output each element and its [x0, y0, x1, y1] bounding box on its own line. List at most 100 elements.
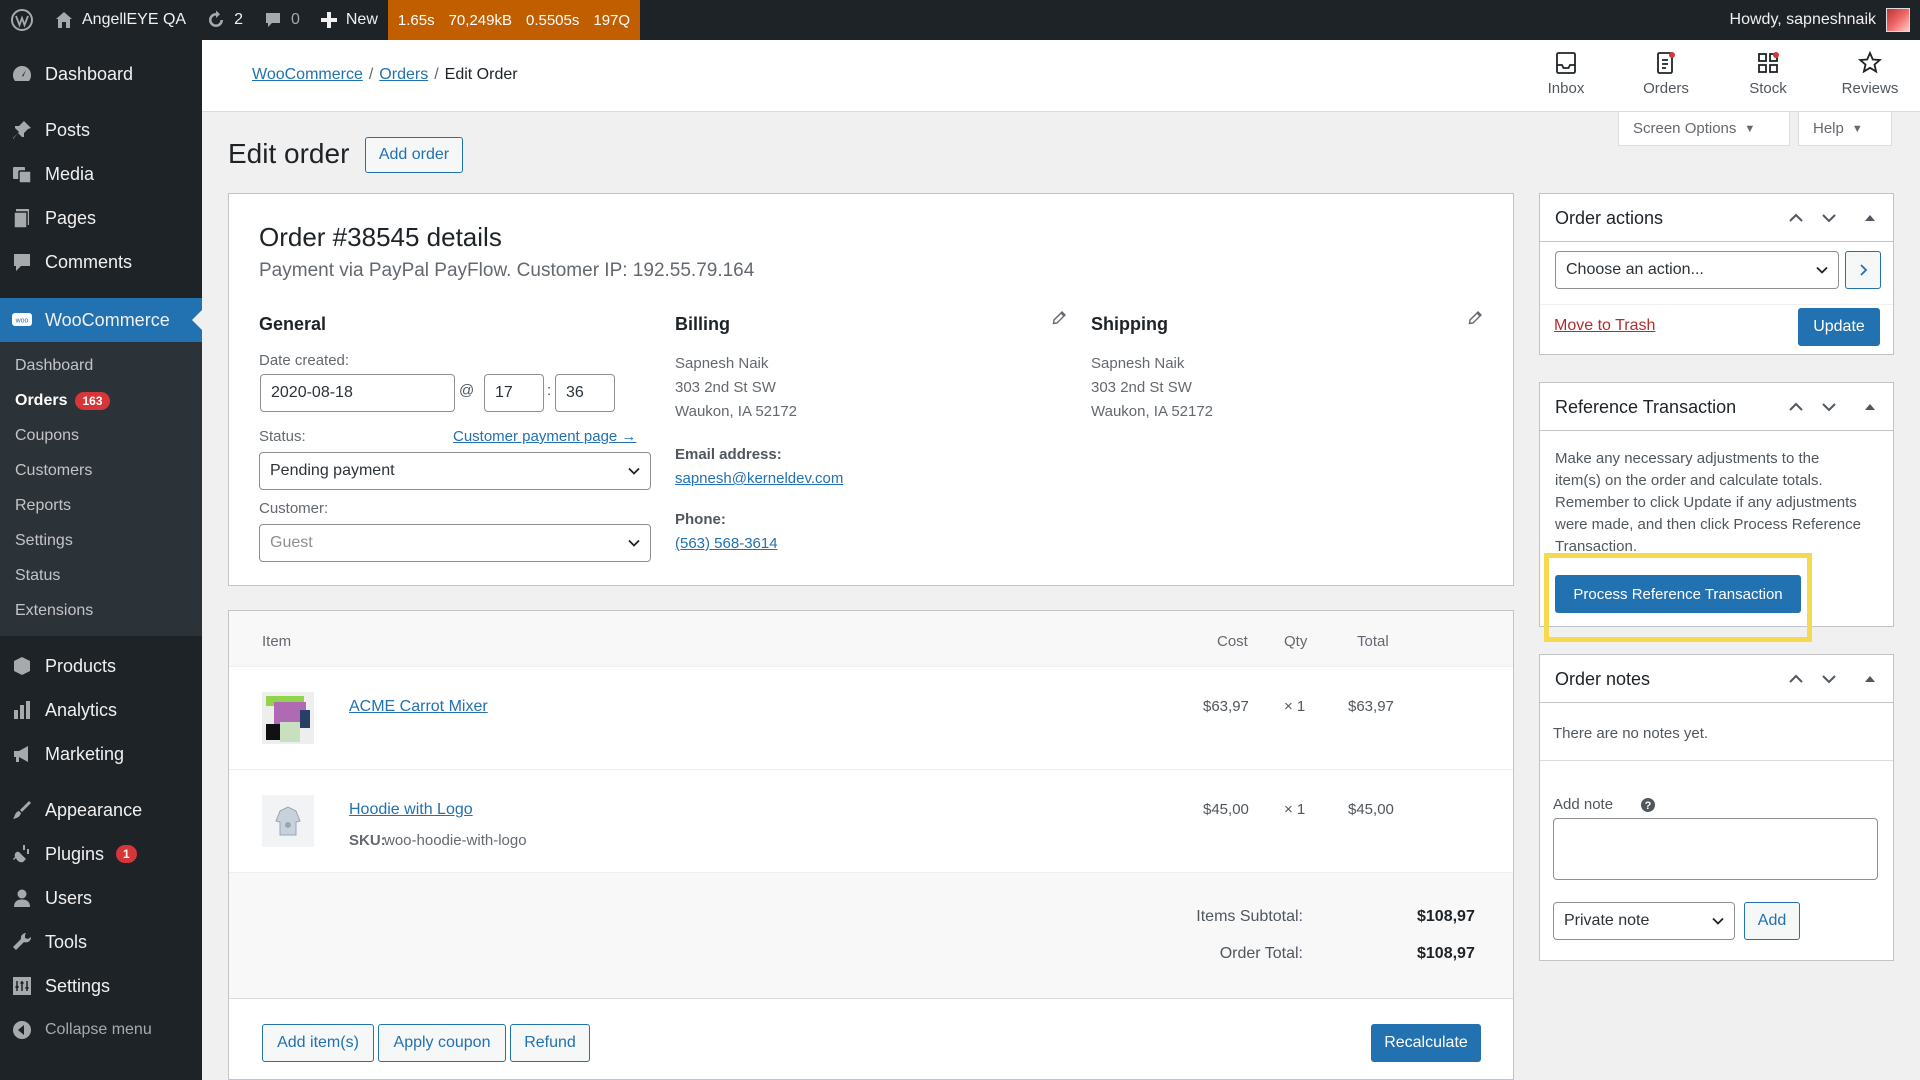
submenu-customers[interactable]: Customers — [0, 453, 202, 488]
submenu-orders[interactable]: Orders 163 — [0, 383, 202, 418]
menu-dashboard[interactable]: Dashboard — [0, 52, 202, 96]
status-label: Status: — [259, 428, 306, 445]
menu-tools[interactable]: Tools — [0, 920, 202, 964]
new-content-link[interactable]: New — [310, 0, 388, 40]
note-type-select[interactable]: Private note — [1553, 902, 1735, 940]
breadcrumb: WooCommerce / Orders / Edit Order — [252, 66, 518, 84]
breadcrumb-separator: / — [368, 66, 374, 83]
minute-input[interactable]: 36 — [555, 374, 615, 412]
chevron-up-icon[interactable] — [1786, 669, 1806, 689]
order-action-select[interactable]: Choose an action... — [1555, 251, 1839, 289]
order-totals: Items Subtotal: $108,97 Order Total: $10… — [229, 873, 1513, 999]
item-link-acme-carrot-mixer[interactable]: ACME Carrot Mixer — [349, 698, 488, 716]
add-order-button[interactable]: Add order — [365, 137, 463, 173]
note-textarea[interactable] — [1553, 818, 1878, 880]
menu-analytics[interactable]: Analytics — [0, 688, 202, 732]
at-separator: @ — [459, 382, 475, 399]
chevron-down-icon[interactable] — [1819, 208, 1839, 228]
item-total: $63,97 — [1348, 698, 1394, 715]
item-link-hoodie-with-logo[interactable]: Hoodie with Logo — [349, 801, 473, 819]
submenu-dashboard[interactable]: Dashboard — [0, 348, 202, 383]
order-heading: Order #38545 details — [259, 222, 502, 252]
hour-input[interactable]: 17 — [484, 374, 544, 412]
move-to-trash-link[interactable]: Move to Trash — [1554, 317, 1655, 335]
wordpress-logo-button[interactable] — [0, 0, 44, 40]
activity-orders[interactable]: Orders — [1626, 50, 1706, 97]
breadcrumb-woocommerce[interactable]: WooCommerce — [252, 66, 363, 83]
collapse-triangle-icon[interactable] — [1860, 669, 1880, 689]
menu-settings[interactable]: Settings — [0, 964, 202, 1008]
comments-link[interactable]: 0 — [253, 0, 310, 40]
help-tip-icon[interactable]: ? — [1640, 797, 1656, 813]
billing-phone-link[interactable]: (563) 568-3614 — [675, 532, 778, 556]
collapse-triangle-icon[interactable] — [1860, 208, 1880, 228]
menu-pages[interactable]: Pages — [0, 196, 202, 240]
menu-appearance[interactable]: Appearance — [0, 788, 202, 832]
menu-posts[interactable]: Posts — [0, 108, 202, 152]
submenu-coupons[interactable]: Coupons — [0, 418, 202, 453]
chevron-down-icon[interactable] — [1819, 397, 1839, 417]
update-button[interactable]: Update — [1798, 308, 1880, 346]
submenu-settings[interactable]: Settings — [0, 523, 202, 558]
submenu-label: Orders — [15, 391, 68, 409]
my-account-menu[interactable]: Howdy, sapneshnaik — [1730, 8, 1920, 32]
reference-instructions: Make any necessary adjustments to the it… — [1555, 450, 1861, 555]
billing-email-link[interactable]: sapnesh@kerneldev.com — [675, 467, 843, 491]
site-name: AngellEYE QA — [82, 11, 187, 28]
customer-select[interactable]: Guest — [259, 524, 651, 562]
item-sku: woo-hoodie-with-logo — [384, 832, 527, 849]
query-monitor-stats[interactable]: 1.65s 70,249kB 0.5505s 197Q — [387, 0, 641, 40]
admin-sidebar: Dashboard Posts Media Pages Comments woo… — [0, 40, 202, 1080]
activity-reviews[interactable]: Reviews — [1830, 50, 1910, 97]
menu-products[interactable]: Products — [0, 644, 202, 688]
apply-coupon-button[interactable]: Apply coupon — [378, 1024, 506, 1062]
order-notes-box: Order notes There are no notes yet. Add … — [1539, 654, 1894, 961]
submenu-status[interactable]: Status — [0, 558, 202, 593]
menu-label: Comments — [45, 251, 133, 272]
menu-label: Pages — [45, 207, 97, 228]
woocommerce-header: WooCommerce / Orders / Edit Order Inbox Orde… — [202, 40, 1920, 112]
edit-shipping-pencil-icon[interactable] — [1467, 310, 1483, 326]
comment-icon — [14, 254, 30, 271]
apply-action-button[interactable] — [1845, 251, 1881, 289]
refund-button[interactable]: Refund — [510, 1024, 590, 1062]
recalculate-button[interactable]: Recalculate — [1371, 1024, 1481, 1062]
settings-icon — [13, 977, 31, 995]
menu-users[interactable]: Users — [0, 876, 202, 920]
menu-marketing[interactable]: Marketing — [0, 732, 202, 776]
shipping-name: Sapnesh Naik — [1091, 355, 1185, 372]
activity-stock[interactable]: Stock — [1728, 50, 1808, 97]
submenu-reports[interactable]: Reports — [0, 488, 202, 523]
screen-options-toggle[interactable]: Screen Options ▼ — [1618, 112, 1790, 146]
chevron-up-icon[interactable] — [1786, 397, 1806, 417]
updates-link[interactable]: 2 — [196, 0, 253, 40]
page-title: Edit order — [228, 138, 349, 170]
menu-plugins[interactable]: Plugins 1 — [0, 832, 202, 876]
menu-comments[interactable]: Comments — [0, 240, 202, 284]
submenu-label: Reports — [15, 496, 72, 514]
menu-woocommerce[interactable]: woo WooCommerce — [0, 298, 202, 342]
order-actions-title: Order actions — [1555, 208, 1664, 228]
chevron-down-icon[interactable] — [1819, 669, 1839, 689]
submenu-label: Settings — [15, 531, 73, 549]
status-select[interactable]: Pending payment — [259, 452, 651, 490]
date-created-input[interactable]: 2020-08-18 — [260, 374, 455, 412]
submenu-extensions[interactable]: Extensions — [0, 593, 202, 628]
activity-inbox[interactable]: Inbox — [1526, 50, 1606, 97]
breadcrumb-orders[interactable]: Orders — [379, 66, 428, 83]
pin-icon — [13, 121, 31, 139]
site-name-link[interactable]: AngellEYE QA — [44, 0, 196, 40]
divider — [1540, 760, 1893, 761]
collapse-triangle-icon[interactable] — [1860, 397, 1880, 417]
woocommerce-icon: woo — [12, 313, 32, 326]
edit-billing-pencil-icon[interactable] — [1051, 310, 1067, 326]
collapse-menu-button[interactable]: Collapse menu — [0, 1008, 202, 1052]
add-note-button[interactable]: Add — [1744, 902, 1800, 940]
help-toggle[interactable]: Help ▼ — [1798, 112, 1892, 146]
menu-media[interactable]: Media — [0, 152, 202, 196]
add-items-button[interactable]: Add item(s) — [262, 1024, 374, 1062]
product-thumbnail[interactable] — [262, 692, 314, 744]
customer-payment-page-link[interactable]: Customer payment page → — [453, 428, 636, 445]
chevron-up-icon[interactable] — [1786, 208, 1806, 228]
product-thumbnail[interactable] — [262, 795, 314, 847]
